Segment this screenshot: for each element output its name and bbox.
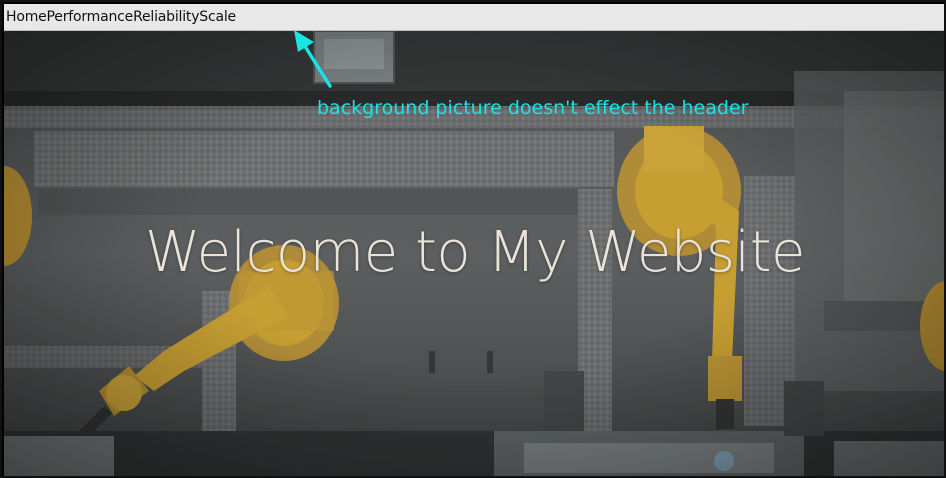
- hero-title: Welcome to My Website: [145, 220, 805, 285]
- site-header-nav: Home Performance Reliability Scale: [4, 4, 944, 31]
- nav-link-home[interactable]: Home: [6, 4, 47, 31]
- browser-viewport: Home Performance Reliability Scale Welco…: [0, 0, 946, 478]
- nav-link-performance[interactable]: Performance: [47, 4, 134, 31]
- nav-link-scale[interactable]: Scale: [199, 4, 236, 31]
- annotation-label: background picture doesn't effect the he…: [317, 97, 749, 119]
- nav-link-reliability[interactable]: Reliability: [133, 4, 199, 31]
- arrow-up-left-icon: [294, 30, 332, 88]
